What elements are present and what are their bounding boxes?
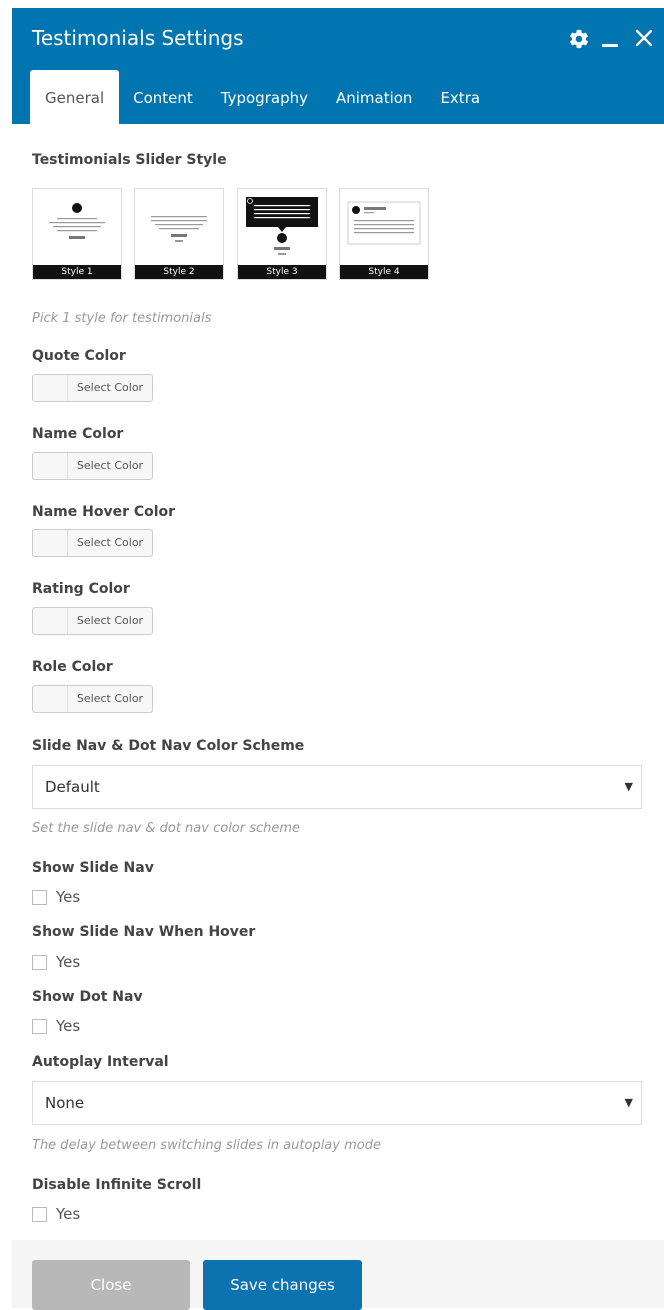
tab-general[interactable]: General — [30, 70, 120, 124]
style-3-caption: Style 3 — [238, 265, 326, 279]
minimize-icon[interactable] — [602, 44, 618, 47]
quote-color-swatch — [33, 375, 68, 401]
rating-color-label: Rating Color — [32, 581, 130, 597]
show-slide-nav-hover-option: Yes — [56, 953, 81, 971]
gear-icon[interactable] — [568, 28, 590, 50]
nav-scheme-help: Set the slide nav & dot nav color scheme — [32, 821, 301, 836]
role-color-label: Role Color — [32, 659, 113, 675]
style-4-caption: Style 4 — [340, 265, 428, 279]
name-color-label: Name Color — [32, 426, 124, 442]
autoplay-interval-label: Autoplay Interval — [32, 1054, 169, 1070]
nav-scheme-value: Default — [45, 778, 100, 796]
style-3-preview-icon — [246, 197, 318, 255]
style-1-caption: Style 1 — [33, 265, 121, 279]
name-hover-color-button-label: Select Color — [76, 536, 144, 549]
save-changes-button[interactable]: Save changes — [203, 1260, 362, 1310]
role-color-picker[interactable]: Select Color — [32, 685, 153, 713]
show-slide-nav-label: Show Slide Nav — [32, 860, 154, 876]
disable-infinite-scroll-option: Yes — [56, 1205, 81, 1223]
style-option-1[interactable]: Style 1 — [32, 188, 122, 280]
style-1-preview-icon — [49, 203, 105, 239]
close-icon[interactable] — [634, 28, 654, 48]
nav-scheme-select[interactable]: Default ▼ — [32, 765, 642, 809]
close-button[interactable]: Close — [32, 1260, 190, 1310]
dialog-title: Testimonials Settings — [32, 26, 244, 50]
name-color-picker[interactable]: Select Color — [32, 452, 153, 480]
nav-scheme-label: Slide Nav & Dot Nav Color Scheme — [32, 738, 305, 754]
name-hover-color-picker[interactable]: Select Color — [32, 529, 153, 557]
quote-color-picker[interactable]: Select Color — [32, 374, 153, 402]
dropdown-arrow-icon: ▼ — [624, 780, 633, 793]
name-hover-color-label: Name Hover Color — [32, 504, 176, 520]
tab-content[interactable]: Content — [119, 70, 207, 124]
show-dot-nav-label: Show Dot Nav — [32, 989, 143, 1005]
show-slide-nav-hover-label: Show Slide Nav When Hover — [32, 924, 256, 940]
style-4-preview-icon — [347, 201, 421, 245]
style-2-caption: Style 2 — [135, 265, 223, 279]
tab-animation[interactable]: Animation — [322, 70, 426, 124]
style-2-preview-icon — [151, 216, 207, 242]
slider-style-label: Testimonials Slider Style — [32, 152, 227, 168]
rating-color-swatch — [33, 608, 68, 634]
checkbox-box[interactable] — [32, 889, 47, 905]
rating-color-button-label: Select Color — [76, 614, 144, 627]
quote-color-label: Quote Color — [32, 348, 126, 364]
show-slide-nav-checkbox[interactable]: Yes — [32, 888, 80, 906]
testimonials-settings-dialog: Testimonials Settings General Content Ty… — [12, 8, 664, 1310]
dialog-footer: Close Save changes — [12, 1240, 664, 1310]
checkbox-box[interactable] — [32, 954, 47, 970]
style-option-4[interactable]: Style 4 — [339, 188, 429, 280]
disable-infinite-scroll-checkbox[interactable]: Yes — [32, 1205, 80, 1223]
quote-color-button-label: Select Color — [76, 381, 144, 394]
rating-color-picker[interactable]: Select Color — [32, 607, 153, 635]
show-dot-nav-checkbox[interactable]: Yes — [32, 1017, 80, 1035]
autoplay-interval-help: The delay between switching slides in au… — [32, 1138, 381, 1153]
checkbox-box[interactable] — [32, 1018, 47, 1034]
dialog-header: Testimonials Settings General Content Ty… — [12, 8, 664, 124]
show-dot-nav-option: Yes — [56, 1017, 81, 1035]
checkbox-box[interactable] — [32, 1206, 47, 1222]
name-color-button-label: Select Color — [76, 459, 144, 472]
tab-extra[interactable]: Extra — [426, 70, 494, 124]
style-option-3[interactable]: Style 3 — [237, 188, 327, 280]
tab-typography[interactable]: Typography — [207, 70, 322, 124]
name-hover-color-swatch — [33, 530, 68, 556]
dropdown-arrow-icon: ▼ — [624, 1096, 633, 1109]
disable-infinite-scroll-label: Disable Infinite Scroll — [32, 1177, 202, 1193]
show-slide-nav-hover-checkbox[interactable]: Yes — [32, 953, 80, 971]
autoplay-interval-select[interactable]: None ▼ — [32, 1081, 642, 1125]
settings-tabs: General Content Typography Animation Ext… — [30, 70, 494, 124]
show-slide-nav-option: Yes — [56, 888, 81, 906]
role-color-button-label: Select Color — [76, 692, 144, 705]
autoplay-interval-value: None — [45, 1094, 85, 1112]
slider-style-help: Pick 1 style for testimonials — [32, 311, 212, 326]
role-color-swatch — [33, 686, 68, 712]
name-color-swatch — [33, 453, 68, 479]
style-option-2[interactable]: Style 2 — [134, 188, 224, 280]
